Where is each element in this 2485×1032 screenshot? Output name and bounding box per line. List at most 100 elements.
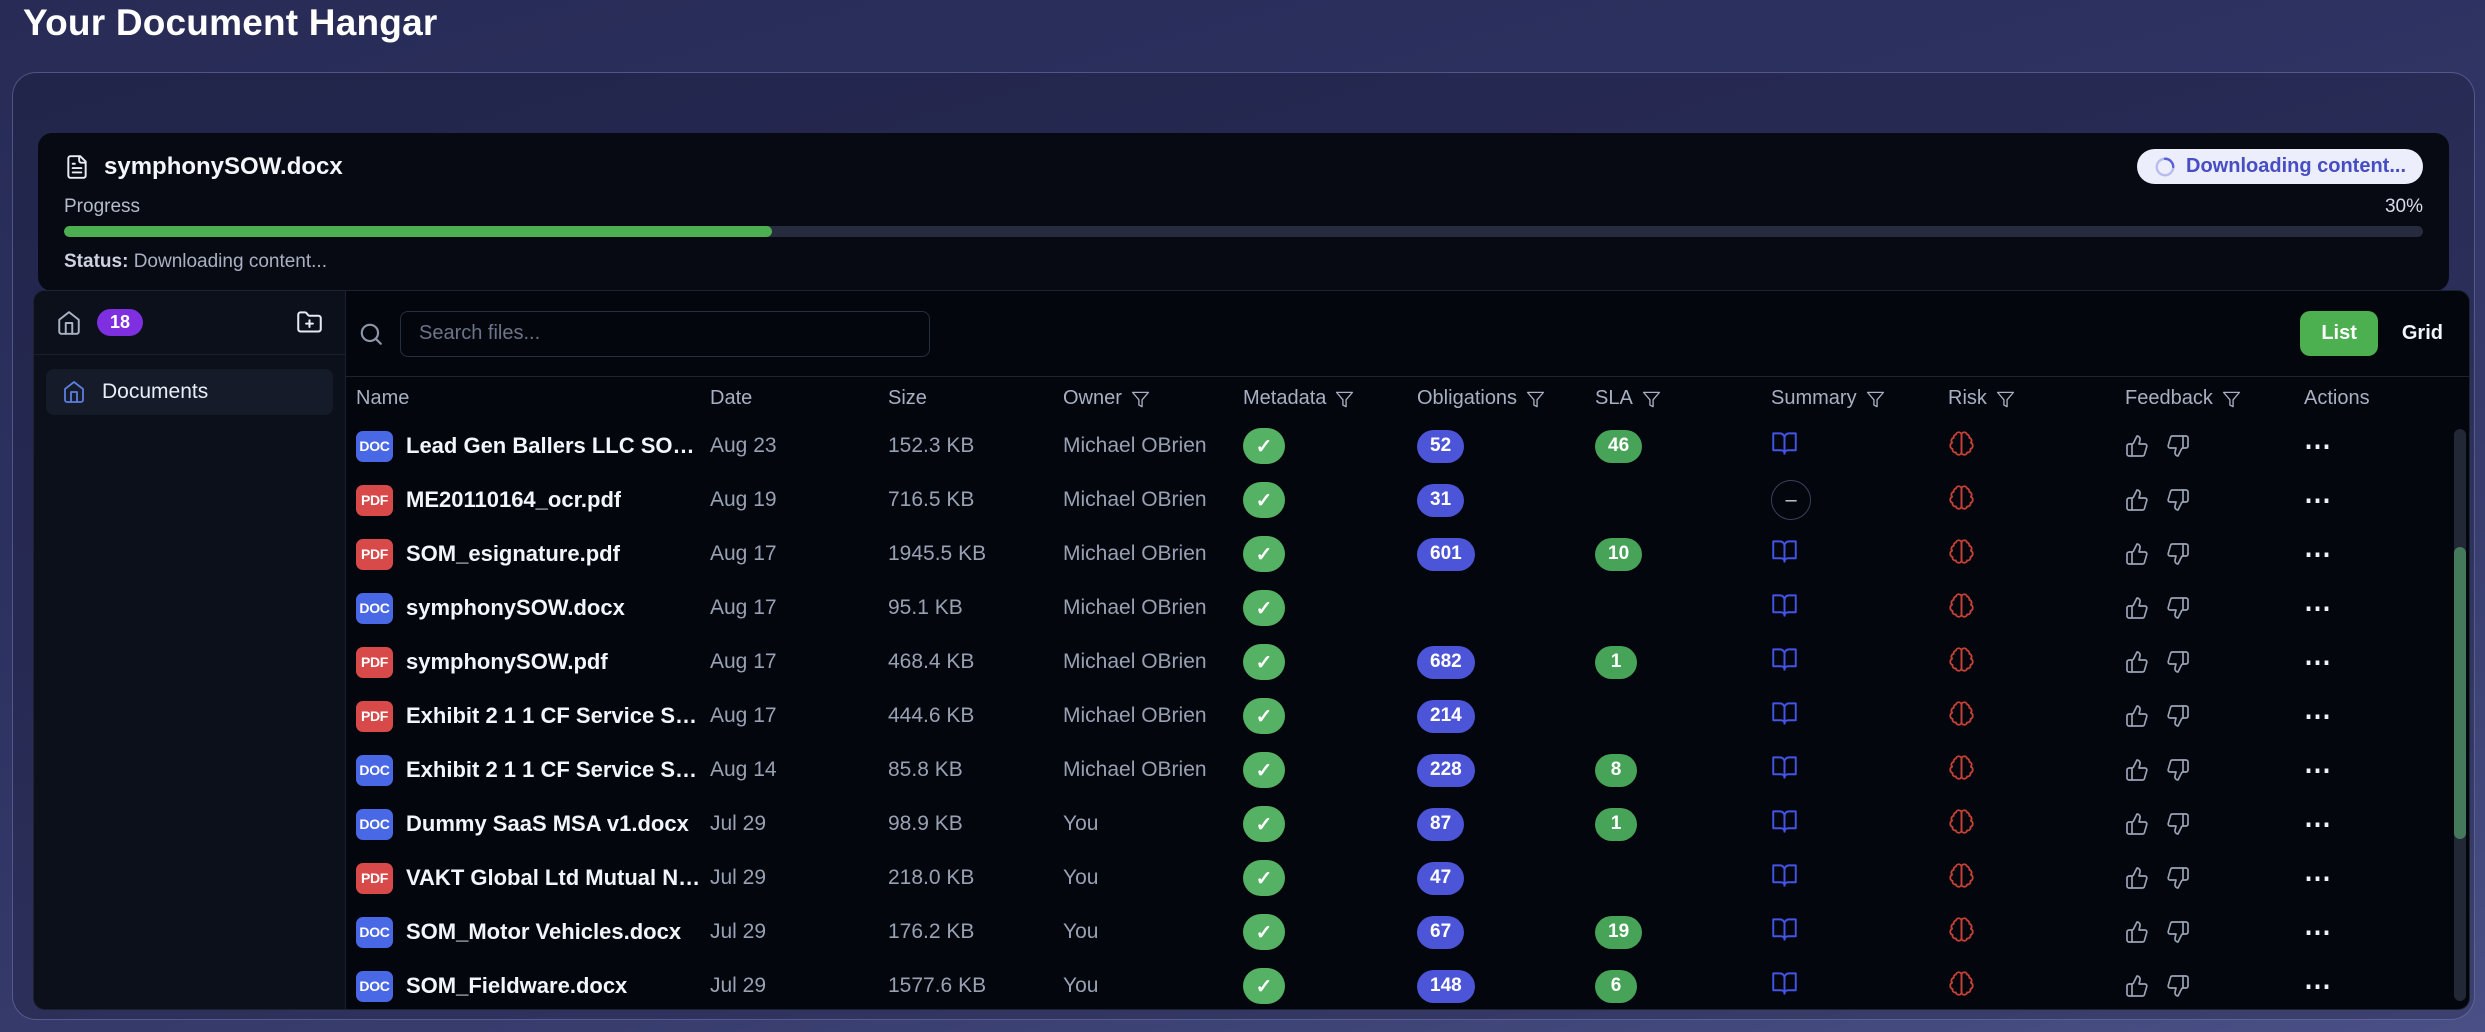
- column-header-owner[interactable]: Owner: [1063, 387, 1243, 410]
- summary-book-icon[interactable]: [1771, 538, 1798, 565]
- file-name-cell[interactable]: PDF SOM_esignature.pdf: [356, 538, 710, 570]
- home-icon[interactable]: [56, 310, 82, 336]
- row-actions-button[interactable]: ⋯: [2304, 593, 2333, 623]
- file-name-cell[interactable]: DOC Lead Gen Ballers LLC SOW_Soc...: [356, 430, 710, 462]
- thumbs-up-icon[interactable]: [2125, 704, 2149, 728]
- thumbs-down-icon[interactable]: [2166, 542, 2190, 566]
- thumbs-up-icon[interactable]: [2125, 434, 2149, 458]
- thumbs-up-icon[interactable]: [2125, 650, 2149, 674]
- file-name-cell[interactable]: PDF symphonySOW.pdf: [356, 646, 710, 678]
- row-actions-button[interactable]: ⋯: [2304, 431, 2333, 461]
- thumbs-up-icon[interactable]: [2125, 812, 2149, 836]
- sidebar-item-documents[interactable]: Documents: [46, 369, 333, 415]
- file-size: 1577.6 KB: [888, 974, 987, 997]
- search-input[interactable]: [400, 310, 930, 357]
- filter-icon[interactable]: [1526, 390, 1545, 409]
- summary-book-icon[interactable]: [1771, 970, 1798, 997]
- thumbs-down-icon[interactable]: [2166, 974, 2190, 998]
- file-date: Aug 17: [710, 650, 777, 673]
- row-actions-button[interactable]: ⋯: [2304, 647, 2333, 677]
- risk-brain-icon[interactable]: [1948, 592, 1975, 619]
- file-name-cell[interactable]: DOC symphonySOW.docx: [356, 592, 710, 624]
- filter-icon[interactable]: [1866, 390, 1885, 409]
- column-header-sla[interactable]: SLA: [1595, 387, 1771, 410]
- risk-brain-icon[interactable]: [1948, 916, 1975, 943]
- files-panel: 18 Documents List Grid: [33, 290, 2470, 1010]
- table-row: DOC symphonySOW.docx Aug 17 95.1 KB Michael …: [346, 581, 2469, 635]
- view-grid-button[interactable]: Grid: [2402, 322, 2443, 345]
- thumbs-up-icon[interactable]: [2125, 866, 2149, 890]
- summary-book-icon[interactable]: [1771, 808, 1798, 835]
- thumbs-up-icon[interactable]: [2125, 542, 2149, 566]
- thumbs-up-icon[interactable]: [2125, 596, 2149, 620]
- thumbs-down-icon[interactable]: [2166, 758, 2190, 782]
- file-name-cell[interactable]: PDF VAKT Global Ltd Mutual NDA.p...: [356, 862, 710, 894]
- risk-brain-icon[interactable]: [1948, 862, 1975, 889]
- column-label: Risk: [1948, 386, 1987, 409]
- column-header-feedback[interactable]: Feedback: [2125, 387, 2304, 410]
- row-actions-button[interactable]: ⋯: [2304, 971, 2333, 1001]
- row-actions-button[interactable]: ⋯: [2304, 917, 2333, 947]
- thumbs-down-icon[interactable]: [2166, 434, 2190, 458]
- risk-brain-icon[interactable]: [1948, 700, 1975, 727]
- thumbs-down-icon[interactable]: [2166, 704, 2190, 728]
- row-actions-button[interactable]: ⋯: [2304, 755, 2333, 785]
- file-owner: You: [1063, 812, 1099, 835]
- row-actions-button[interactable]: ⋯: [2304, 863, 2333, 893]
- risk-brain-icon[interactable]: [1948, 754, 1975, 781]
- risk-brain-icon[interactable]: [1948, 430, 1975, 457]
- scrollbar-track[interactable]: [2454, 429, 2466, 1001]
- row-actions-button[interactable]: ⋯: [2304, 809, 2333, 839]
- filter-icon[interactable]: [1335, 390, 1354, 409]
- new-folder-icon[interactable]: [296, 309, 323, 336]
- risk-brain-icon[interactable]: [1948, 808, 1975, 835]
- column-header-metadata[interactable]: Metadata: [1243, 387, 1417, 410]
- column-header-obligations[interactable]: Obligations: [1417, 387, 1595, 410]
- file-name-cell[interactable]: DOC SOM_Motor Vehicles.docx: [356, 916, 710, 948]
- row-actions-button[interactable]: ⋯: [2304, 701, 2333, 731]
- summary-book-icon[interactable]: [1771, 754, 1798, 781]
- filter-icon[interactable]: [1996, 390, 2015, 409]
- summary-book-icon[interactable]: [1771, 592, 1798, 619]
- file-name-cell[interactable]: PDF ME20110164_ocr.pdf: [356, 484, 710, 516]
- thumbs-up-icon[interactable]: [2125, 758, 2149, 782]
- file-date: Jul 29: [710, 812, 767, 835]
- filter-icon[interactable]: [1642, 390, 1661, 409]
- filter-icon[interactable]: [2222, 390, 2241, 409]
- file-size: 95.1 KB: [888, 596, 963, 619]
- thumbs-down-icon[interactable]: [2166, 596, 2190, 620]
- thumbs-up-icon[interactable]: [2125, 488, 2149, 512]
- summary-book-icon[interactable]: [1771, 916, 1798, 943]
- thumbs-down-icon[interactable]: [2166, 920, 2190, 944]
- scrollbar-thumb[interactable]: [2454, 547, 2466, 839]
- row-actions-button[interactable]: ⋯: [2304, 539, 2333, 569]
- file-name-cell[interactable]: DOC Exhibit 2 1 1 CF Service Suppor...: [356, 754, 710, 786]
- thumbs-down-icon[interactable]: [2166, 650, 2190, 674]
- column-header-risk[interactable]: Risk: [1948, 387, 2125, 410]
- thumbs-down-icon[interactable]: [2166, 866, 2190, 890]
- file-name-cell[interactable]: PDF Exhibit 2 1 1 CF Service Suppor...: [356, 700, 710, 732]
- risk-brain-icon[interactable]: [1948, 484, 1975, 511]
- summary-book-icon[interactable]: [1771, 862, 1798, 889]
- view-list-button[interactable]: List: [2300, 311, 2378, 356]
- summary-book-icon[interactable]: [1771, 646, 1798, 673]
- metadata-check-badge: ✓: [1243, 428, 1285, 464]
- file-name: VAKT Global Ltd Mutual NDA.p...: [406, 865, 710, 890]
- thumbs-up-icon[interactable]: [2125, 974, 2149, 998]
- risk-brain-icon[interactable]: [1948, 538, 1975, 565]
- file-name-cell[interactable]: DOC Dummy SaaS MSA v1.docx: [356, 808, 710, 840]
- column-header-summary[interactable]: Summary: [1771, 387, 1948, 410]
- risk-brain-icon[interactable]: [1948, 646, 1975, 673]
- thumbs-down-icon[interactable]: [2166, 812, 2190, 836]
- risk-brain-icon[interactable]: [1948, 970, 1975, 997]
- filter-icon[interactable]: [1131, 390, 1150, 409]
- row-actions-button[interactable]: ⋯: [2304, 485, 2333, 515]
- thumbs-up-icon[interactable]: [2125, 920, 2149, 944]
- summary-book-icon[interactable]: [1771, 430, 1798, 457]
- obligations-count-badge: 148: [1417, 969, 1475, 1003]
- obligations-count-badge: 214: [1417, 699, 1475, 733]
- table-area: List Grid Name Date Size Owner Metadata Oblig…: [346, 291, 2469, 1009]
- summary-book-icon[interactable]: [1771, 700, 1798, 727]
- file-name-cell[interactable]: DOC SOM_Fieldware.docx: [356, 970, 710, 1002]
- thumbs-down-icon[interactable]: [2166, 488, 2190, 512]
